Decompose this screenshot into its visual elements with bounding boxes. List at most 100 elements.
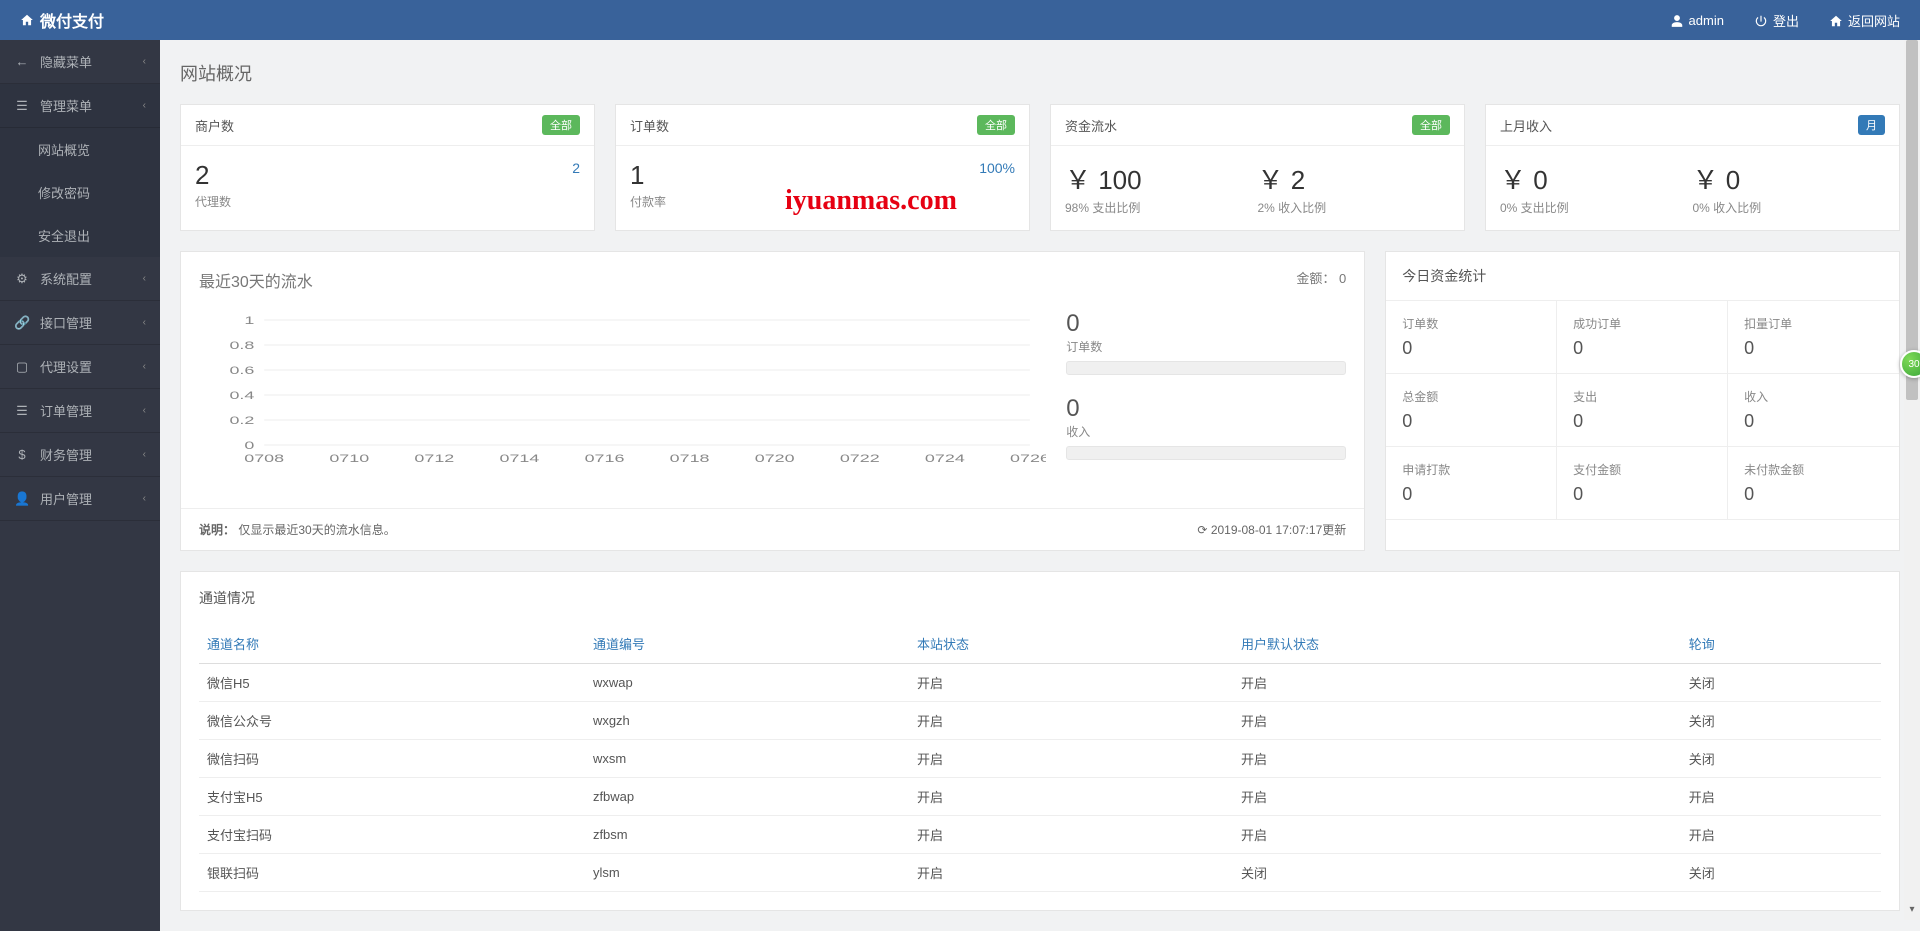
- arrow-left-icon: ←: [14, 54, 30, 69]
- nav-user[interactable]: admin: [1670, 12, 1724, 28]
- table-cell: 微信H5: [199, 664, 585, 702]
- today-label: 未付款金额: [1744, 461, 1883, 478]
- scrollbar[interactable]: ▴ ▾: [1904, 0, 1920, 920]
- chart-note-bold: 说明：: [199, 523, 235, 537]
- table-cell: 开启: [909, 854, 1233, 892]
- user-icon: 👤: [14, 491, 30, 507]
- brand-text: 微付支付: [40, 8, 104, 32]
- sidebar-item-label: 系统配置: [40, 269, 92, 288]
- sidebar-item[interactable]: ▢代理设置‹: [0, 345, 160, 389]
- stat-card: 商户数全部2代理数2: [180, 104, 595, 231]
- stat-badge[interactable]: 月: [1858, 115, 1885, 135]
- stat-badge[interactable]: 全部: [977, 115, 1015, 135]
- chart-refresh-text: 2019-08-01 17:07:17更新: [1211, 523, 1346, 537]
- chevron-left-icon: ‹: [143, 317, 146, 328]
- chevron-left-icon: ‹: [143, 493, 146, 504]
- chart-note-text: 仅显示最近30天的流水信息。: [238, 523, 395, 537]
- stat-badge[interactable]: 全部: [542, 115, 580, 135]
- stat-value: ￥ 2: [1258, 160, 1451, 197]
- table-cell: 支付宝H5: [199, 778, 585, 816]
- table-header[interactable]: 用户默认状态: [1233, 624, 1681, 664]
- stat-sub: 98% 支出比例: [1065, 199, 1258, 216]
- stat-badge[interactable]: 全部: [1412, 115, 1450, 135]
- float-badge[interactable]: 30: [1900, 350, 1920, 378]
- sidebar-item-label: 接口管理: [40, 313, 92, 332]
- today-value: 0: [1573, 338, 1711, 359]
- stat-card: 订单数全部1付款率100%: [615, 104, 1030, 231]
- today-label: 扣量订单: [1744, 315, 1883, 332]
- table-cell: 开启: [1681, 778, 1881, 816]
- sidebar-item[interactable]: 👤用户管理‹: [0, 477, 160, 521]
- today-label: 收入: [1744, 388, 1883, 405]
- sidebar-item-label: 安全退出: [38, 226, 90, 245]
- svg-text:0.4: 0.4: [229, 390, 254, 402]
- chart-amount-value: 0: [1339, 271, 1346, 286]
- list-icon: ☰: [14, 403, 30, 419]
- nav-back[interactable]: 返回网站: [1829, 11, 1900, 30]
- nav-logout[interactable]: 登出: [1754, 11, 1799, 30]
- table-header[interactable]: 通道名称: [199, 624, 585, 664]
- brand[interactable]: 微付支付: [20, 8, 104, 32]
- table-header[interactable]: 轮询: [1681, 624, 1881, 664]
- today-cell: 收入0: [1728, 374, 1899, 447]
- today-cell: 总金额0: [1386, 374, 1557, 447]
- stat-card: 上月收入月￥ 00% 支出比例￥ 00% 收入比例: [1485, 104, 1900, 231]
- table-cell: 开启: [1233, 702, 1681, 740]
- sidebar-sub-item[interactable]: 安全退出: [0, 214, 160, 257]
- stat-card: 资金流水全部￥ 10098% 支出比例￥ 22% 收入比例: [1050, 104, 1465, 231]
- table-header[interactable]: 本站状态: [909, 624, 1233, 664]
- sidebar-item[interactable]: $ 财务管理 ‹: [0, 433, 160, 477]
- stat-title: 订单数: [630, 116, 669, 135]
- sidebar-manage-menu[interactable]: ☰ 管理菜单 ‹: [0, 84, 160, 128]
- chart-title: 最近30天的流水: [199, 268, 313, 292]
- sidebar-item[interactable]: ☰订单管理‹: [0, 389, 160, 433]
- chart-card: 最近30天的流水 金额： 0 00.20.40.60.8107080710071…: [180, 251, 1365, 551]
- chart-amount-label: 金额：: [1296, 271, 1335, 286]
- table-header[interactable]: 通道编号: [585, 624, 909, 664]
- chevron-left-icon: ‹: [143, 273, 146, 284]
- today-value: 0: [1573, 411, 1711, 432]
- today-value: 0: [1402, 411, 1540, 432]
- svg-text:0726: 0726: [1010, 453, 1046, 465]
- sidebar-item-label: 网站概览: [38, 140, 90, 159]
- side-value: 0: [1066, 395, 1346, 423]
- chart-refresh[interactable]: ⟳ 2019-08-01 17:07:17更新: [1197, 521, 1346, 538]
- sidebar-item-label: 修改密码: [38, 183, 90, 202]
- sidebar-hide-menu[interactable]: ← 隐藏菜单 ‹: [0, 40, 160, 84]
- sidebar-sub-item[interactable]: 网站概览: [0, 128, 160, 171]
- scroll-thumb[interactable]: [1906, 40, 1918, 400]
- table-cell: 银联扫码: [199, 854, 585, 892]
- table-cell: 微信扫码: [199, 740, 585, 778]
- user-icon: [1670, 12, 1684, 28]
- svg-text:0722: 0722: [840, 453, 880, 465]
- table-cell: wxsm: [585, 740, 909, 778]
- sidebar-item-label: 财务管理: [40, 445, 92, 464]
- table-cell: wxgzh: [585, 702, 909, 740]
- dollar-icon: $: [14, 447, 30, 462]
- chevron-left-icon: ‹: [143, 449, 146, 460]
- table-cell: 开启: [1233, 740, 1681, 778]
- table-cell: zfbsm: [585, 816, 909, 854]
- svg-text:0.6: 0.6: [229, 365, 254, 377]
- today-cell: 订单数0: [1386, 301, 1557, 374]
- sidebar: ← 隐藏菜单 ‹ ☰ 管理菜单 ‹ 网站概览修改密码安全退出 ⚙系统配置‹🔗接口…: [0, 40, 160, 931]
- sidebar-item[interactable]: 🔗接口管理‹: [0, 301, 160, 345]
- page-title: 网站概况: [180, 60, 1900, 86]
- svg-text:1: 1: [244, 315, 254, 327]
- svg-text:0710: 0710: [329, 453, 369, 465]
- sidebar-sub-item[interactable]: 修改密码: [0, 171, 160, 214]
- chevron-left-icon: ‹: [143, 56, 146, 67]
- sidebar-item-label: 隐藏菜单: [40, 52, 92, 71]
- table-cell: 支付宝扫码: [199, 816, 585, 854]
- sidebar-item[interactable]: ⚙系统配置‹: [0, 257, 160, 301]
- scroll-down-icon[interactable]: ▾: [1904, 904, 1920, 920]
- table-cell: 关闭: [1233, 854, 1681, 892]
- table-cell: 关闭: [1681, 740, 1881, 778]
- today-cell: 成功订单 0: [1557, 301, 1728, 374]
- channel-card: 通道情况 通道名称通道编号本站状态用户默认状态轮询 微信H5wxwap开启开启关…: [180, 571, 1900, 911]
- today-label: 成功订单: [1573, 315, 1711, 332]
- chart-amount: 金额： 0: [1296, 268, 1346, 292]
- stat-sub: 0% 收入比例: [1693, 199, 1886, 216]
- today-title: 今日资金统计: [1386, 252, 1899, 301]
- table-cell: zfbwap: [585, 778, 909, 816]
